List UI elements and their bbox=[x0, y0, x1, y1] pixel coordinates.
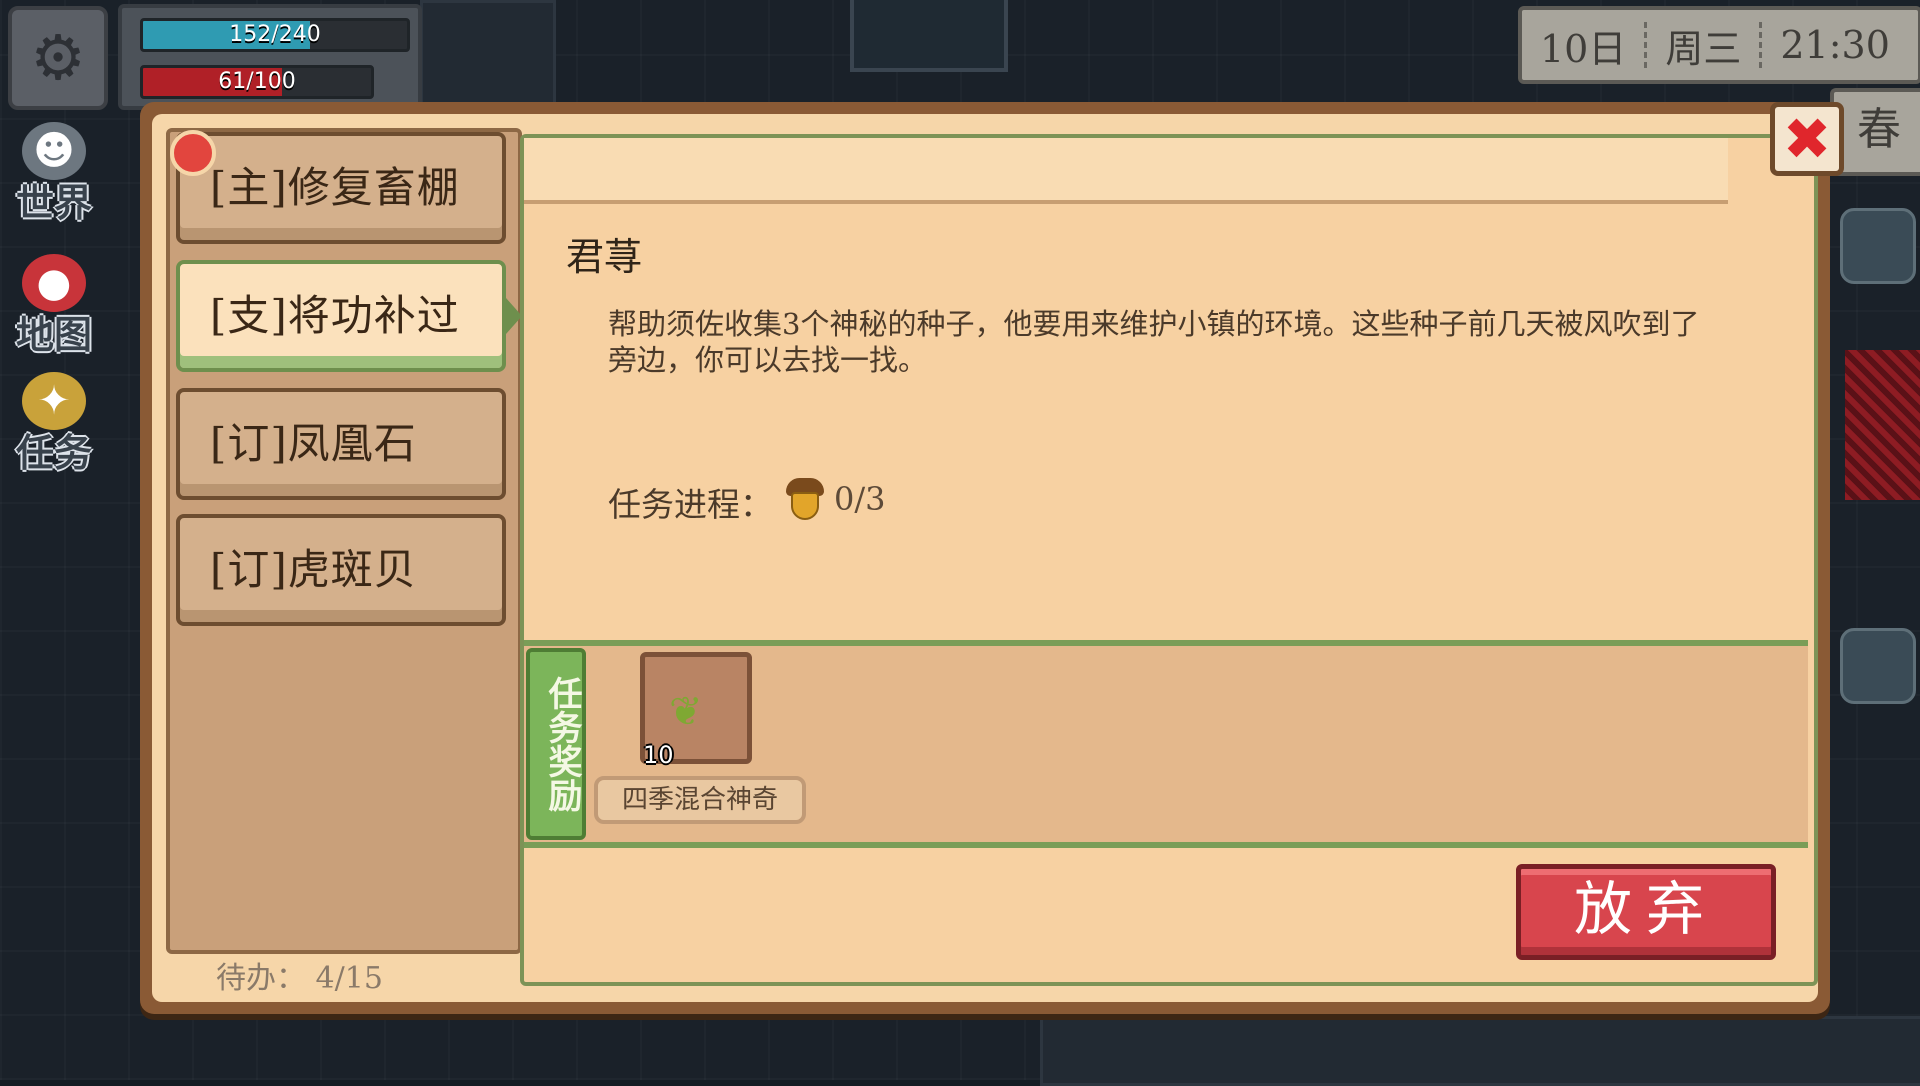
quest-tab-order-1[interactable]: [订]凤凰石 bbox=[176, 388, 506, 500]
seeds-icon: ❦ bbox=[669, 689, 703, 735]
close-button[interactable]: ✖ bbox=[1770, 102, 1844, 176]
day-label: 10日 bbox=[1540, 26, 1627, 71]
health-bar: 152/240 bbox=[140, 18, 410, 52]
map-button[interactable]: ● 地图 bbox=[4, 254, 104, 366]
tool-icon[interactable] bbox=[1840, 628, 1916, 704]
reward-item-count: 10 bbox=[643, 741, 674, 769]
date-time-panel: 10日 周三 21:30 bbox=[1518, 6, 1920, 84]
reward-item-slot[interactable]: ❦ 10 bbox=[640, 652, 752, 769]
quest-label: 任务 bbox=[15, 430, 92, 475]
quest-tab-label: [订]凤凰石 bbox=[210, 419, 417, 468]
quest-progress-value: 0/3 bbox=[834, 480, 886, 518]
background-wall bbox=[420, 0, 556, 106]
quest-tab-order-2[interactable]: [订]虎斑贝 bbox=[176, 514, 506, 626]
pending-count: 待办： 4/15 bbox=[166, 950, 496, 1008]
background-floor-block bbox=[1040, 1016, 1920, 1086]
background-television bbox=[850, 0, 1008, 72]
background-rug bbox=[1845, 350, 1920, 500]
quest-tab-label: [订]虎斑贝 bbox=[210, 545, 417, 594]
abandon-quest-button[interactable]: 放弃 bbox=[1516, 864, 1776, 960]
pending-value: 4/15 bbox=[315, 961, 383, 996]
reward-tab-label: 任务奖励 bbox=[542, 676, 582, 812]
world-label: 世界 bbox=[15, 180, 92, 225]
quest-tab-label: [主]修复畜棚 bbox=[210, 163, 460, 212]
settings-button[interactable]: ⚙ bbox=[8, 6, 108, 110]
quest-giver-name: 君荨 bbox=[566, 235, 643, 279]
reward-tab: 任务奖励 bbox=[526, 648, 586, 840]
reward-item-name: 四季混合神奇 bbox=[594, 776, 806, 824]
quest-tab-label: [支]将功补过 bbox=[210, 291, 460, 340]
energy-bar: 61/100 bbox=[140, 65, 374, 99]
weekday-label: 周三 bbox=[1665, 26, 1742, 71]
quest-detail-header bbox=[524, 138, 1728, 204]
quest-description: 帮助须佐收集3个神秘的种子，他要用来维护小镇的环境。这些种子前几天被风吹到了旁边… bbox=[608, 307, 1700, 377]
acorn-icon bbox=[786, 478, 824, 520]
energy-value: 61/100 bbox=[218, 69, 296, 94]
world-button[interactable]: ☻ 世界 bbox=[4, 122, 104, 234]
pending-label: 待办： bbox=[216, 961, 306, 996]
quest-progress-label: 任务进程： bbox=[608, 485, 773, 524]
time-label: 21:30 bbox=[1780, 23, 1890, 67]
quest-tab-main[interactable]: [主]修复畜棚 bbox=[176, 132, 506, 244]
close-icon: ✖ bbox=[1782, 105, 1832, 173]
map-label: 地图 bbox=[15, 312, 92, 357]
quest-tab-side-selected[interactable]: [支]将功补过 bbox=[176, 260, 522, 372]
health-value: 152/240 bbox=[229, 22, 321, 47]
quest-button[interactable]: ✦ 任务 bbox=[4, 372, 104, 484]
quest-detail-panel bbox=[520, 134, 1818, 986]
new-quest-indicator bbox=[170, 130, 216, 176]
gear-icon: ⚙ bbox=[30, 21, 86, 94]
stats-panel: 152/240 61/100 bbox=[118, 4, 422, 110]
backpack-icon[interactable] bbox=[1840, 208, 1916, 284]
